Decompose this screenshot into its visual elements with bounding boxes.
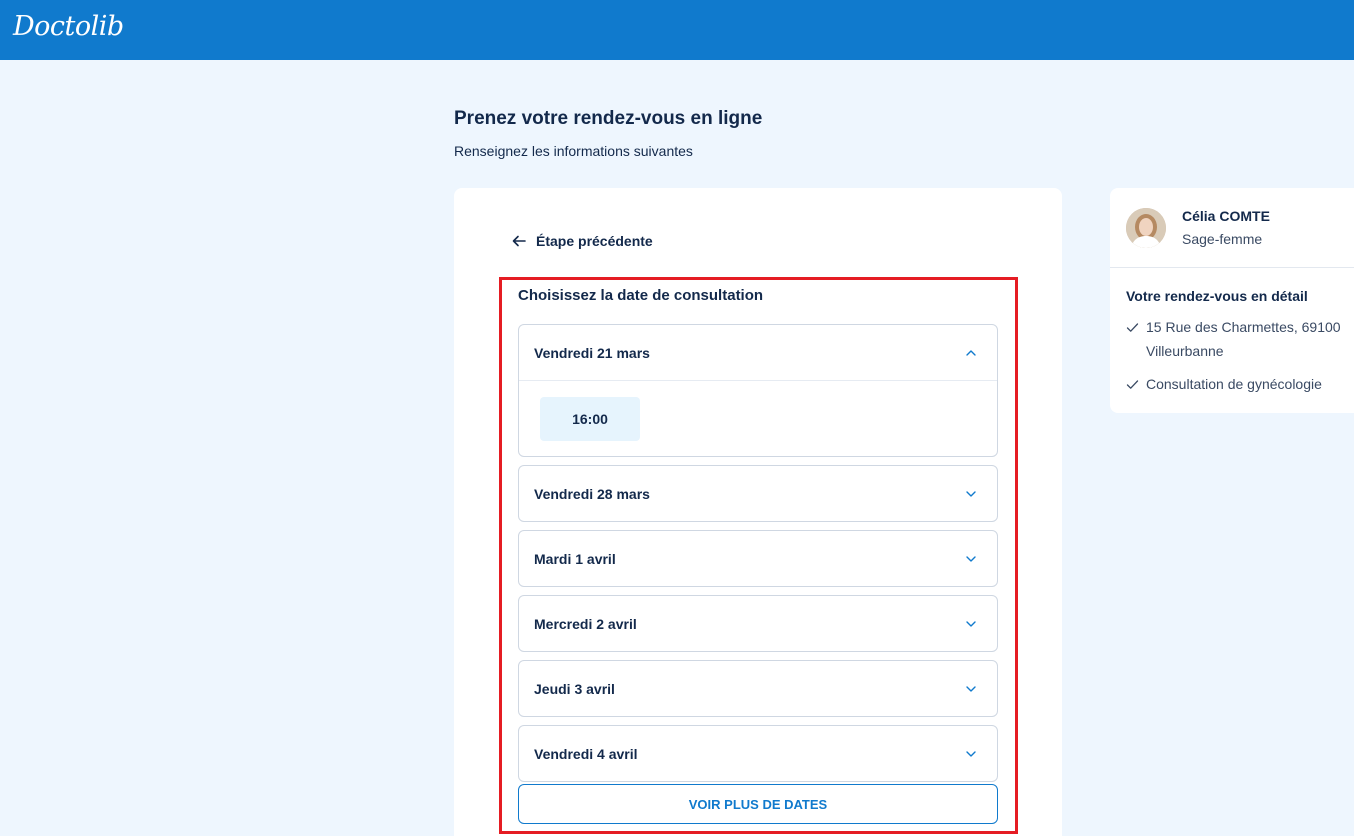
details-title: Votre rendez-vous en détail	[1126, 288, 1308, 304]
detail-address: 15 Rue des Charmettes, 69100 Villeurbann…	[1126, 315, 1346, 363]
chevron-down-icon	[966, 750, 976, 757]
check-icon	[1126, 323, 1139, 332]
date-item: Mardi 1 avril	[518, 530, 998, 587]
date-header[interactable]: Vendredi 4 avril	[519, 726, 997, 781]
check-icon	[1126, 380, 1139, 389]
section-title: Choisissez la date de consultation	[518, 287, 764, 304]
date-header[interactable]: Vendredi 21 mars	[519, 325, 997, 380]
avatar	[1126, 208, 1166, 248]
date-list: Vendredi 21 mars 16:00 Vendredi 28 mars …	[518, 324, 998, 790]
date-header[interactable]: Vendredi 28 mars	[519, 466, 997, 521]
date-item: Jeudi 3 avril	[518, 660, 998, 717]
date-slots: 16:00	[519, 380, 997, 456]
practitioner-name: Célia COMTE	[1182, 208, 1270, 224]
date-item: Vendredi 4 avril	[518, 725, 998, 782]
previous-step-label: Étape précédente	[536, 233, 653, 249]
detail-consultation-text: Consultation de gynécologie	[1146, 376, 1322, 392]
detail-address-text: 15 Rue des Charmettes, 69100 Villeurbann…	[1146, 319, 1341, 359]
doctolib-logo[interactable]: Doctolib	[13, 11, 124, 42]
date-header[interactable]: Jeudi 3 avril	[519, 661, 997, 716]
previous-step-link[interactable]: Étape précédente	[511, 233, 653, 249]
more-dates-button[interactable]: VOIR PLUS DE DATES	[518, 784, 998, 824]
chevron-down-icon	[966, 620, 976, 627]
avatar-image	[1126, 208, 1166, 248]
date-header[interactable]: Mardi 1 avril	[519, 531, 997, 586]
date-header[interactable]: Mercredi 2 avril	[519, 596, 997, 651]
chevron-down-icon	[966, 490, 976, 497]
date-label: Mercredi 2 avril	[534, 615, 637, 632]
date-item: Vendredi 28 mars	[518, 465, 998, 522]
page-subtitle: Renseignez les informations suivantes	[454, 143, 693, 159]
date-label: Vendredi 28 mars	[534, 485, 650, 502]
chevron-up-icon	[966, 349, 976, 356]
date-label: Mardi 1 avril	[534, 550, 616, 567]
page-title: Prenez votre rendez-vous en ligne	[454, 108, 763, 129]
chevron-down-icon	[966, 685, 976, 692]
chevron-down-icon	[966, 555, 976, 562]
arrow-left-icon	[512, 235, 526, 247]
divider	[1110, 267, 1354, 268]
date-label: Jeudi 3 avril	[534, 680, 615, 697]
date-item: Vendredi 21 mars 16:00	[518, 324, 998, 457]
time-slot-button[interactable]: 16:00	[540, 397, 640, 441]
detail-consultation: Consultation de gynécologie	[1126, 372, 1346, 396]
date-item: Mercredi 2 avril	[518, 595, 998, 652]
date-label: Vendredi 4 avril	[534, 745, 638, 762]
top-bar: Doctolib	[0, 0, 1354, 60]
date-label: Vendredi 21 mars	[534, 344, 650, 361]
practitioner-role: Sage-femme	[1182, 231, 1263, 247]
